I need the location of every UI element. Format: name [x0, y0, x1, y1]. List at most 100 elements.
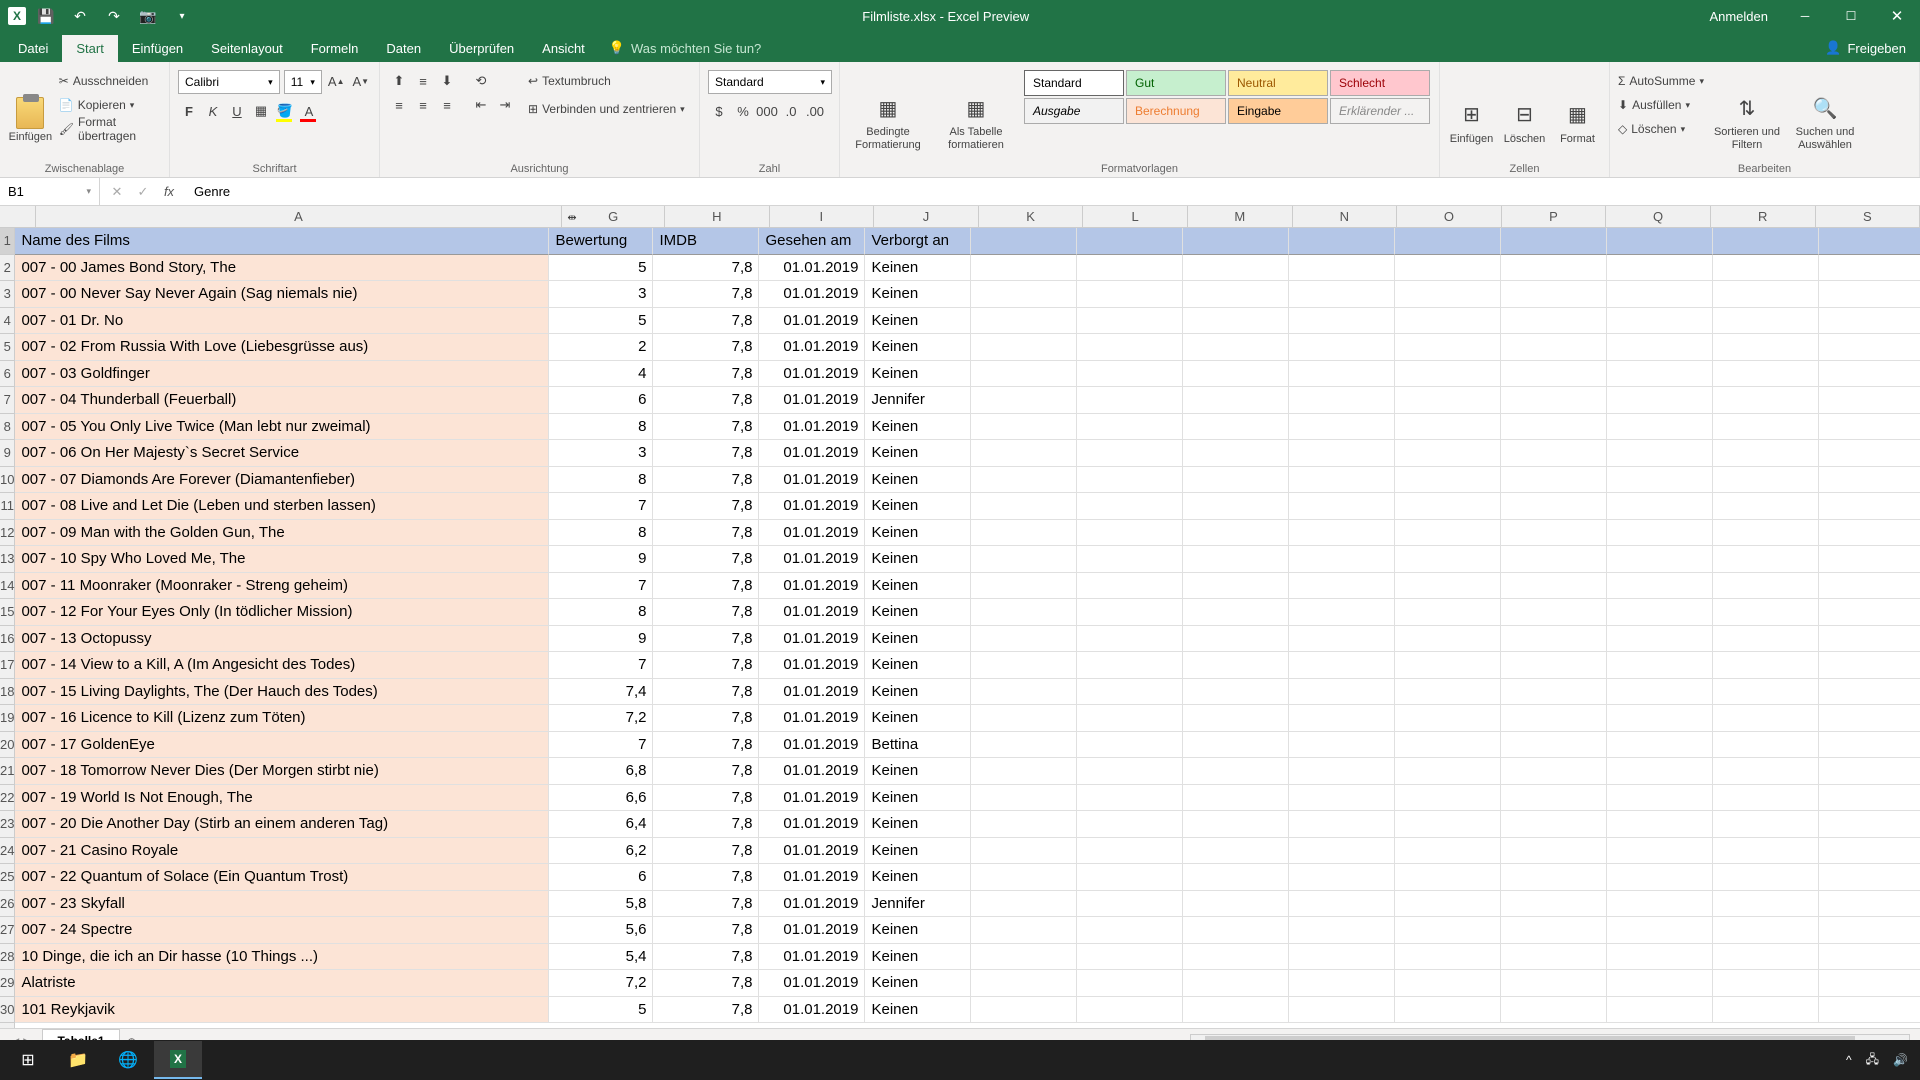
cell[interactable] [1289, 228, 1395, 255]
cell[interactable] [971, 864, 1077, 891]
cell[interactable] [1077, 944, 1183, 971]
cell[interactable] [1289, 785, 1395, 812]
cell[interactable] [1077, 361, 1183, 388]
cell[interactable] [1501, 440, 1607, 467]
cell[interactable]: Keinen [865, 361, 971, 388]
cell[interactable] [1077, 679, 1183, 706]
cell[interactable] [1289, 361, 1395, 388]
cell[interactable]: 01.01.2019 [759, 281, 865, 308]
tray-volume-icon[interactable]: 🔊 [1893, 1053, 1908, 1067]
cell[interactable]: 01.01.2019 [759, 811, 865, 838]
cell[interactable] [1501, 758, 1607, 785]
increase-decimal-button[interactable]: .0 [780, 100, 802, 122]
cell[interactable] [971, 997, 1077, 1024]
cell[interactable] [971, 228, 1077, 255]
row-header-5[interactable]: 5 [0, 334, 14, 361]
cell[interactable] [1289, 944, 1395, 971]
column-header-S[interactable]: S [1816, 206, 1920, 227]
cell[interactable]: Keinen [865, 308, 971, 335]
cell[interactable] [971, 652, 1077, 679]
cell[interactable] [1183, 467, 1289, 494]
cell[interactable] [1607, 838, 1713, 865]
column-header-J[interactable]: J [874, 206, 979, 227]
cell[interactable] [1183, 838, 1289, 865]
cell[interactable]: 007 - 10 Spy Who Loved Me, The [15, 546, 549, 573]
cell[interactable] [1183, 732, 1289, 759]
cell[interactable] [1395, 917, 1501, 944]
cell[interactable]: Keinen [865, 997, 971, 1024]
tab-ansicht[interactable]: Ansicht [528, 35, 599, 62]
column-header-M[interactable]: M [1188, 206, 1293, 227]
cell[interactable] [1289, 414, 1395, 441]
cell[interactable]: 7,8 [653, 944, 759, 971]
cell[interactable] [1607, 944, 1713, 971]
align-left-button[interactable]: ≡ [388, 94, 410, 116]
cell[interactable] [1289, 838, 1395, 865]
cell[interactable]: Keinen [865, 758, 971, 785]
cell[interactable]: 007 - 15 Living Daylights, The (Der Hauc… [15, 679, 549, 706]
cell[interactable] [1395, 944, 1501, 971]
save-button[interactable]: 💾 [32, 4, 60, 28]
cell[interactable]: 01.01.2019 [759, 758, 865, 785]
cell[interactable] [1077, 838, 1183, 865]
cell[interactable]: 7,2 [549, 705, 653, 732]
cell[interactable]: 9 [549, 546, 653, 573]
cell[interactable] [1077, 414, 1183, 441]
decrease-indent-button[interactable]: ⇤ [470, 94, 492, 116]
cell[interactable]: 6,4 [549, 811, 653, 838]
row-header-28[interactable]: 28 [0, 944, 14, 971]
cell[interactable]: Keinen [865, 626, 971, 653]
cell[interactable]: 01.01.2019 [759, 864, 865, 891]
style-schlecht[interactable]: Schlecht [1330, 70, 1430, 96]
start-button[interactable]: ⊞ [4, 1041, 52, 1079]
cell[interactable] [1289, 652, 1395, 679]
cell[interactable] [1077, 997, 1183, 1024]
cell[interactable]: Keinen [865, 281, 971, 308]
cell[interactable] [1395, 573, 1501, 600]
cell[interactable] [1607, 997, 1713, 1024]
cell[interactable] [1395, 493, 1501, 520]
cell[interactable] [1819, 785, 1920, 812]
cell[interactable] [1183, 758, 1289, 785]
cell[interactable]: 7,8 [653, 785, 759, 812]
cell[interactable]: 8 [549, 599, 653, 626]
cell[interactable] [1819, 308, 1920, 335]
copy-button[interactable]: 📄Kopieren▾ [59, 94, 161, 116]
cell[interactable] [1289, 917, 1395, 944]
cell[interactable] [1395, 891, 1501, 918]
cell[interactable] [1289, 387, 1395, 414]
number-format-combo[interactable]: Standard▾ [708, 70, 832, 94]
cell[interactable] [971, 255, 1077, 282]
cell[interactable]: 007 - 03 Goldfinger [15, 361, 549, 388]
cell[interactable] [1395, 732, 1501, 759]
cell[interactable]: Name des Films [15, 228, 549, 255]
row-header-11[interactable]: 11 [0, 493, 14, 520]
cell[interactable] [971, 308, 1077, 335]
cell[interactable] [1607, 811, 1713, 838]
cell[interactable] [1395, 520, 1501, 547]
cell[interactable] [1395, 705, 1501, 732]
underline-button[interactable]: U [226, 100, 248, 122]
fill-color-button[interactable]: 🪣 [274, 100, 296, 122]
cell[interactable]: IMDB [653, 228, 759, 255]
row-header-15[interactable]: 15 [0, 599, 14, 626]
cell[interactable] [1607, 652, 1713, 679]
cell[interactable] [971, 440, 1077, 467]
cell[interactable]: 01.01.2019 [759, 652, 865, 679]
cell[interactable] [1395, 440, 1501, 467]
cell[interactable] [1819, 467, 1920, 494]
cell[interactable]: 5,4 [549, 944, 653, 971]
share-button[interactable]: 👤 Freigeben [1811, 34, 1920, 62]
align-bottom-button[interactable]: ⬇ [436, 70, 458, 92]
undo-button[interactable]: ↶ [66, 4, 94, 28]
cell[interactable]: 2 [549, 334, 653, 361]
cell[interactable] [971, 334, 1077, 361]
cell[interactable] [1607, 705, 1713, 732]
cell[interactable] [1077, 864, 1183, 891]
cell[interactable]: 01.01.2019 [759, 440, 865, 467]
cell[interactable] [1077, 493, 1183, 520]
cell[interactable] [1819, 626, 1920, 653]
cell[interactable]: 007 - 07 Diamonds Are Forever (Diamanten… [15, 467, 549, 494]
cell[interactable]: 007 - 05 You Only Live Twice (Man lebt n… [15, 414, 549, 441]
cell[interactable] [1501, 546, 1607, 573]
